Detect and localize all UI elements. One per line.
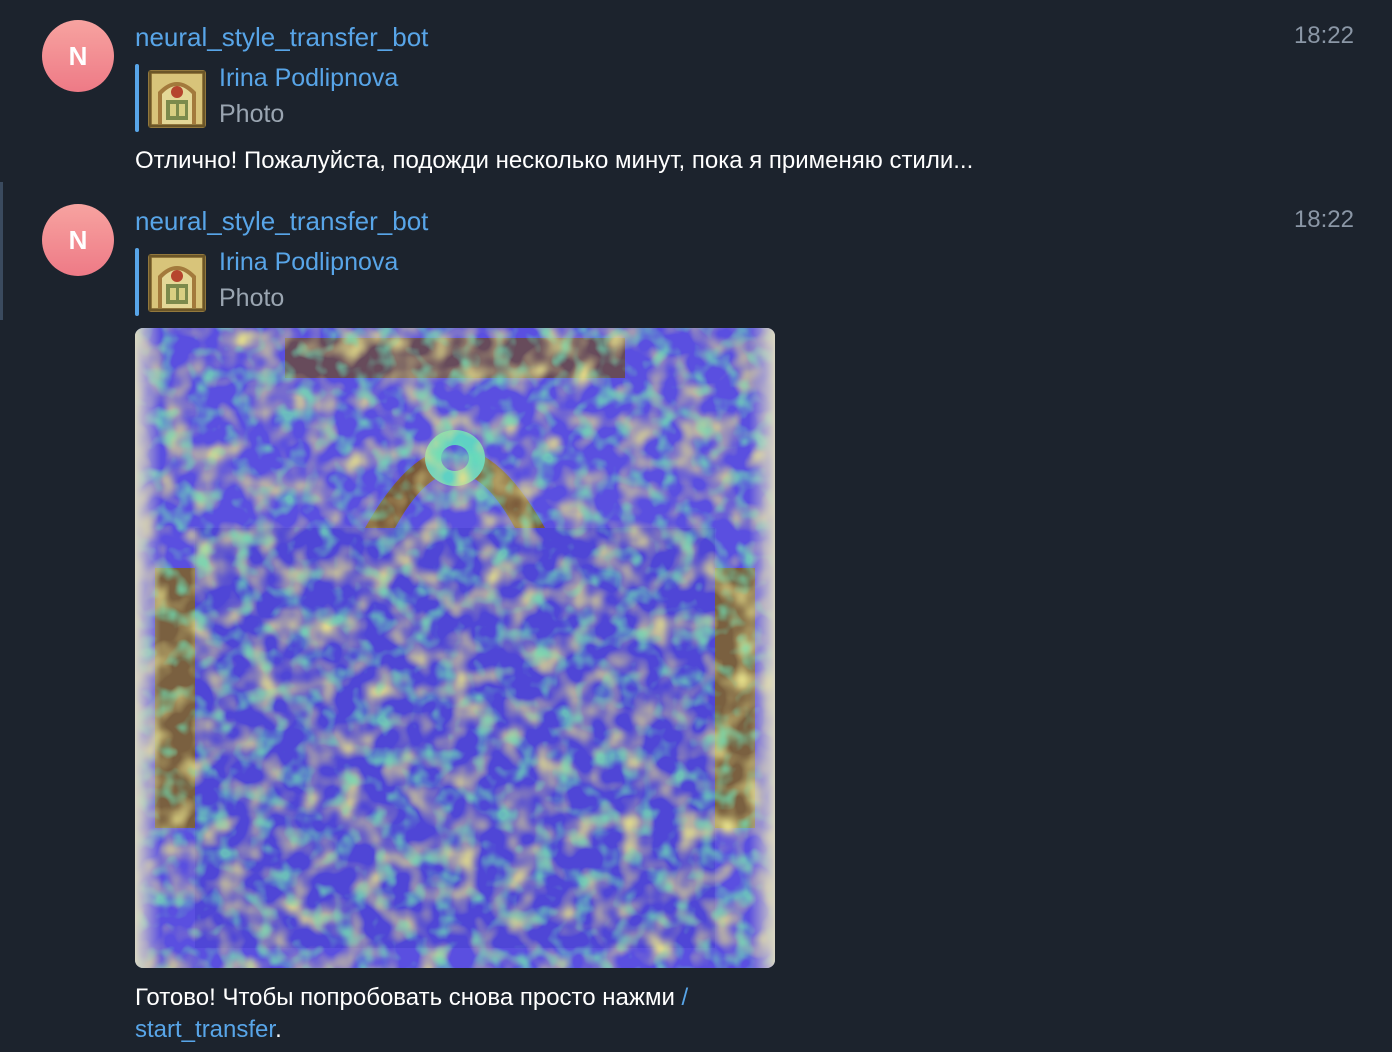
sender-name[interactable]: neural_style_transfer_bot (135, 206, 428, 237)
reply-quote[interactable]: Irina Podlipnova Photo (135, 248, 455, 316)
bot-avatar[interactable]: N (42, 204, 114, 276)
selected-message-indicator (0, 182, 3, 320)
message-time: 18:22 (1293, 22, 1354, 49)
start-transfer-command-link-cont[interactable]: start_transfer (135, 1016, 275, 1043)
reply-bar (135, 248, 139, 316)
start-transfer-command-link[interactable]: / (682, 984, 689, 1011)
reply-type: Photo (219, 284, 285, 312)
result-photo[interactable] (135, 328, 775, 968)
caption-suffix: . (275, 1016, 282, 1043)
caption-text: Готово! Чтобы попробовать снова просто н… (135, 984, 682, 1011)
reply-author: Irina Podlipnova (219, 248, 399, 276)
message-text: Отлично! Пожалуйста, подожди несколько м… (135, 147, 974, 174)
message-time: 18:22 (1293, 206, 1354, 233)
message-caption: Готово! Чтобы попробовать снова просто н… (135, 982, 795, 1046)
reply-type: Photo (219, 100, 285, 128)
bot-avatar[interactable]: N (42, 20, 114, 92)
avatar-letter: N (68, 224, 88, 255)
reply-thumbnail-image (148, 70, 206, 128)
sender-name[interactable]: neural_style_transfer_bot (135, 22, 428, 53)
reply-author: Irina Podlipnova (219, 64, 399, 92)
reply-thumbnail-image (148, 254, 206, 312)
reply-bar (135, 64, 139, 132)
avatar-letter: N (68, 40, 88, 71)
reply-quote[interactable]: Irina Podlipnova Photo (135, 64, 455, 132)
chat-view: N neural_style_transfer_bot 18:22 Irina … (0, 0, 1392, 1052)
